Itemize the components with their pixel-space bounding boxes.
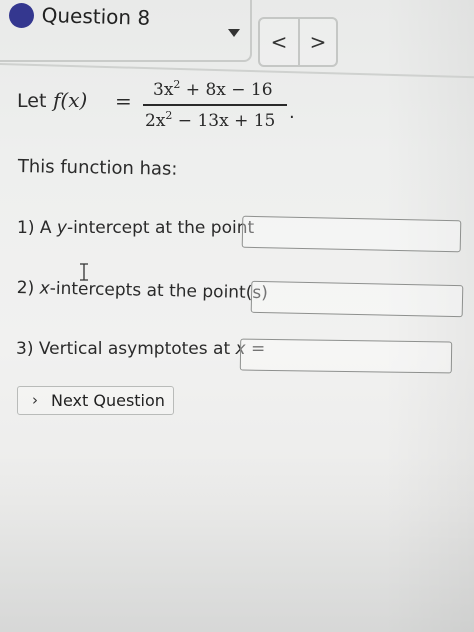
vertical-asymptotes-answer-input[interactable]: [239, 338, 453, 374]
function-lhs: f(x): [53, 88, 88, 112]
next-question-button[interactable]: › Next Question: [17, 386, 174, 415]
numerator: 3x2 + 8x − 16: [153, 78, 273, 100]
chevron-right-icon: ›: [32, 391, 38, 409]
x-intercepts-answer-input[interactable]: [250, 280, 464, 318]
text-cursor-icon: [80, 263, 88, 281]
y-intercept-answer-input[interactable]: [241, 215, 462, 253]
function-definition: Let f(x) = 3x2 + 8x − 16 2x2 − 13x + 15 …: [17, 78, 317, 144]
next-question-label: Next Question: [51, 391, 165, 410]
fraction-bar: [143, 104, 287, 106]
x-intercepts-prompt: 2) x-intercepts at the point(s): [16, 278, 269, 304]
period: .: [289, 102, 295, 123]
equals-sign: =: [115, 89, 132, 113]
question-body: Let f(x) = 3x2 + 8x − 16 2x2 − 13x + 15 …: [0, 0, 474, 632]
denominator: 2x2 − 13x + 15: [145, 109, 276, 131]
vertical-asymptotes-prompt: 3) Vertical asymptotes at x =: [16, 339, 266, 359]
intro-text: This function has:: [17, 156, 178, 180]
y-intercept-prompt: 1) A y-intercept at the point: [17, 218, 255, 238]
let-label: Let: [17, 90, 47, 112]
rational-expression: 3x2 + 8x − 16 2x2 − 13x + 15: [139, 78, 291, 136]
